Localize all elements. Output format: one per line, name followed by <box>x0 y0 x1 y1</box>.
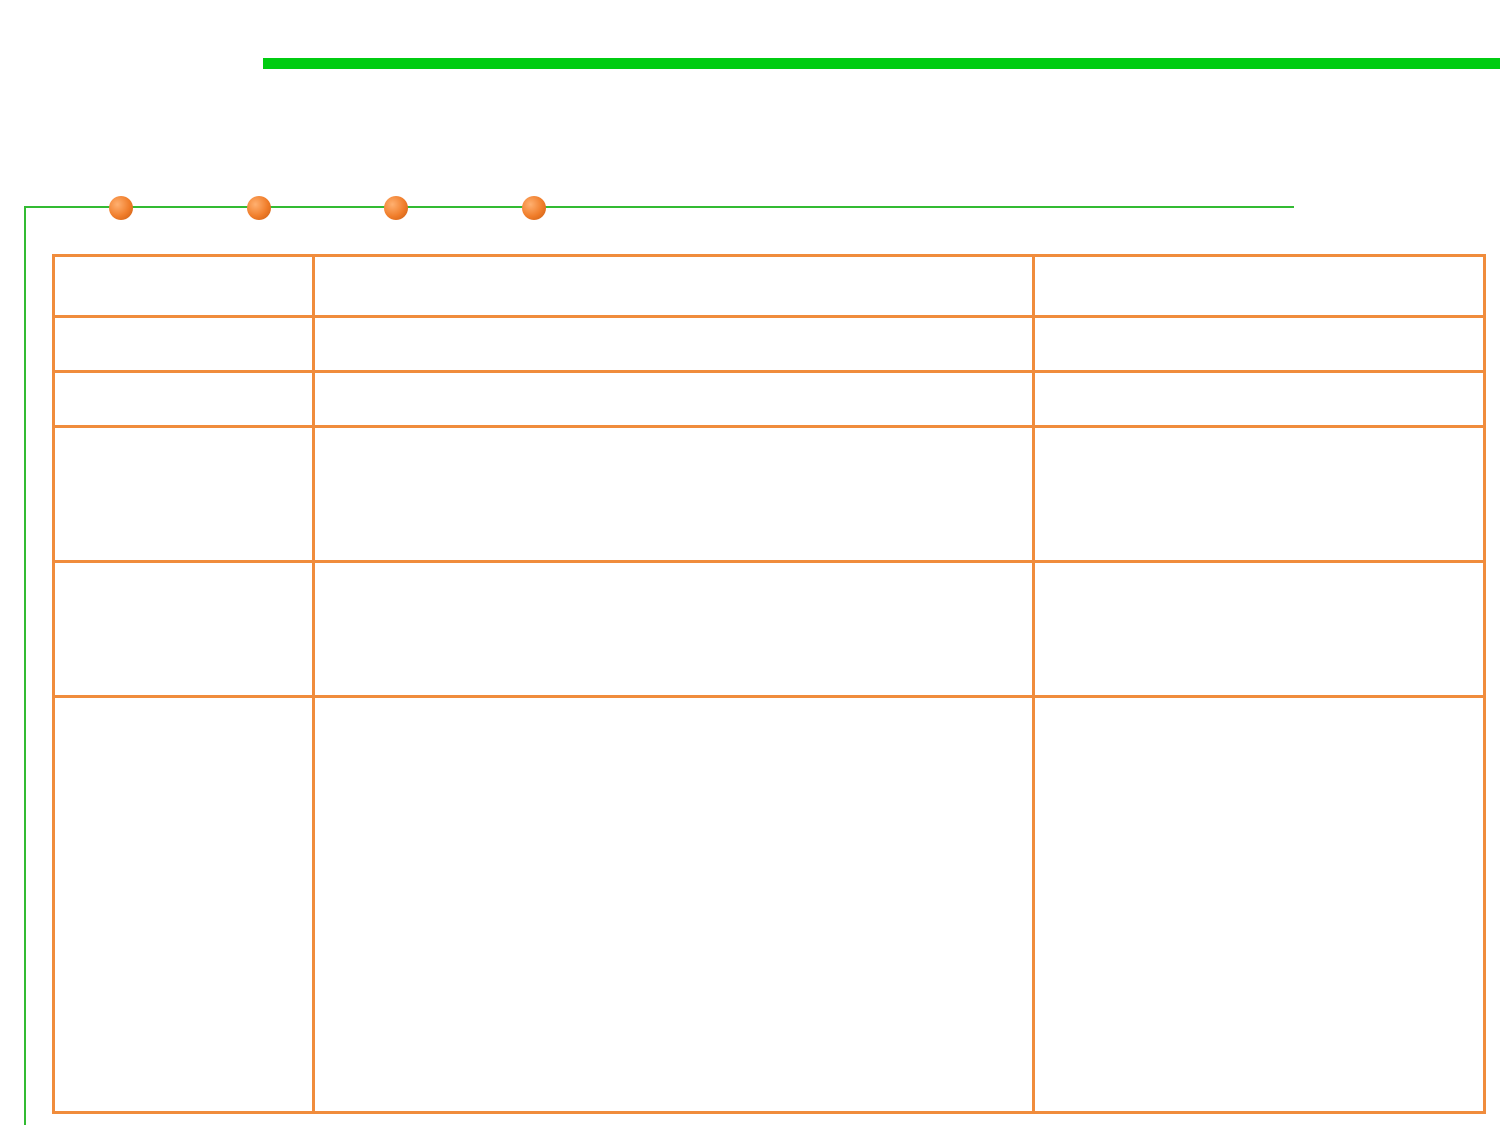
table-row <box>52 370 1486 428</box>
table-cell <box>52 695 315 1114</box>
bullet-dot-3 <box>384 196 408 220</box>
table-header-row <box>52 254 1486 318</box>
table-row <box>52 695 1486 1114</box>
table-cell <box>312 254 1035 318</box>
table-cell <box>52 254 315 318</box>
table-cell <box>312 425 1035 563</box>
table-cell <box>1032 254 1486 318</box>
data-table <box>52 254 1486 1114</box>
table-cell <box>1032 560 1486 698</box>
table-cell <box>312 695 1035 1114</box>
table-row <box>52 560 1486 698</box>
table-cell <box>312 560 1035 698</box>
bullet-dot-4 <box>522 196 546 220</box>
table-cell <box>52 370 315 428</box>
table-cell <box>1032 695 1486 1114</box>
table-cell <box>1032 425 1486 563</box>
bullet-dot-2 <box>247 196 271 220</box>
bullet-dot-1 <box>109 196 133 220</box>
table-cell <box>1032 315 1486 373</box>
title-bar <box>263 58 1500 69</box>
table-row <box>52 425 1486 563</box>
table-cell <box>52 425 315 563</box>
table-row <box>52 315 1486 373</box>
table-cell <box>312 370 1035 428</box>
table-cell <box>52 315 315 373</box>
table-cell <box>52 560 315 698</box>
table-cell <box>1032 370 1486 428</box>
frame-line-left <box>24 206 26 1125</box>
table-cell <box>312 315 1035 373</box>
frame-line-top <box>24 206 1294 208</box>
